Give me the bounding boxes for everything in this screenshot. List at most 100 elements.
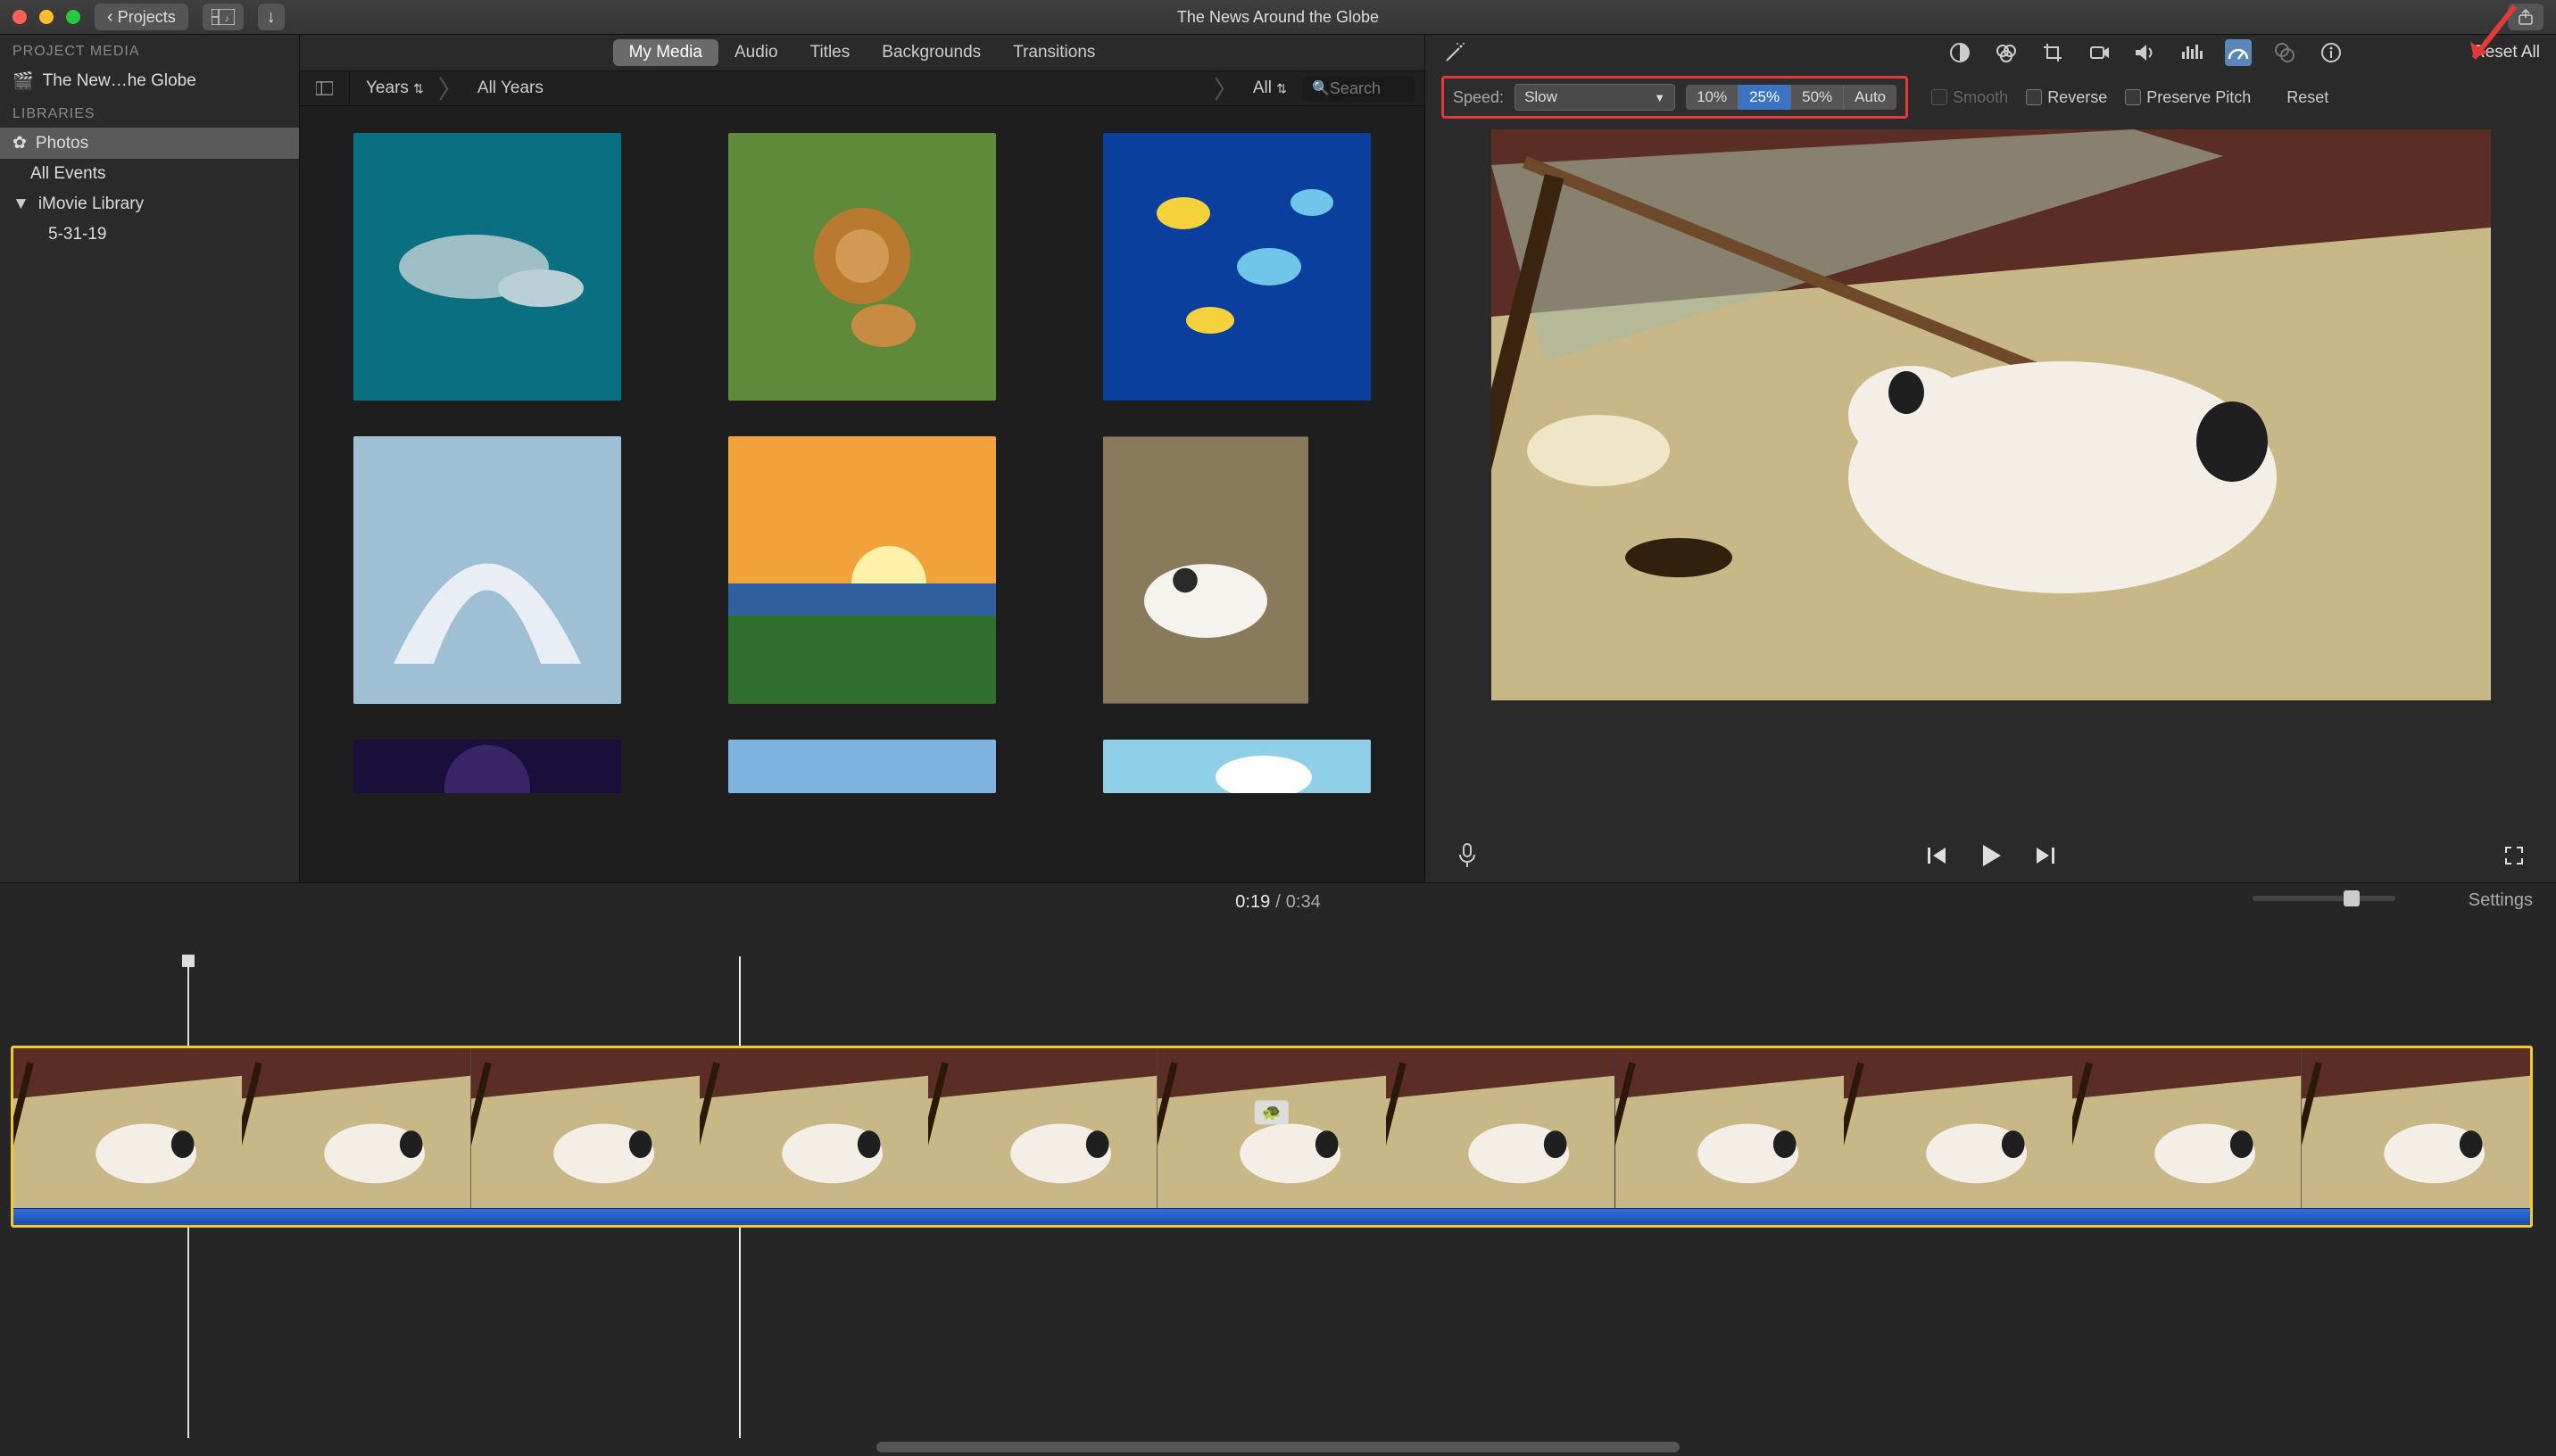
disclosure-triangle-icon[interactable]: ▼ bbox=[12, 194, 29, 214]
titlebar: ‹ Projects ♪ ↓ The News Around the Globe bbox=[0, 0, 2556, 34]
record-voiceover-button[interactable] bbox=[1452, 840, 1482, 871]
smooth-checkbox: Smooth bbox=[1931, 88, 2008, 107]
flower-icon: ✿ bbox=[12, 133, 27, 153]
expand-icon bbox=[2502, 844, 2526, 867]
sidebar-date-event-label: 5-31-19 bbox=[48, 225, 107, 244]
reverse-label: Reverse bbox=[2047, 88, 2107, 107]
media-thumb-partial-1[interactable] bbox=[353, 740, 621, 793]
volume-icon[interactable] bbox=[2132, 39, 2159, 66]
noise-equalizer-icon[interactable] bbox=[2178, 39, 2205, 66]
sidebar-imovie-library-label: iMovie Library bbox=[38, 194, 144, 214]
checkbox-icon[interactable] bbox=[2026, 89, 2042, 105]
breadcrumb-all-years[interactable]: All Years bbox=[461, 71, 1216, 105]
preview-image bbox=[1491, 129, 2491, 700]
timeline-area[interactable]: 🐢 bbox=[0, 921, 2556, 1456]
timeline-settings-button[interactable]: Settings bbox=[2469, 890, 2533, 911]
next-frame-button[interactable] bbox=[2029, 840, 2060, 871]
media-thumb-dog-bed[interactable] bbox=[1103, 436, 1308, 704]
speed-icon[interactable] bbox=[2225, 39, 2252, 66]
sidebar-photos-item[interactable]: ✿ Photos bbox=[0, 128, 299, 159]
media-thumb-reef[interactable] bbox=[1103, 133, 1371, 401]
download-arrow-icon: ↓ bbox=[267, 8, 276, 26]
sidebar-imovie-library-item[interactable]: ▼ iMovie Library bbox=[0, 189, 299, 219]
speed-select[interactable]: Slow ▼ bbox=[1515, 84, 1675, 111]
media-thumb-partial-2[interactable] bbox=[728, 740, 996, 793]
timeline-clip[interactable]: 🐢 bbox=[11, 1046, 2533, 1228]
close-window-button[interactable] bbox=[12, 10, 27, 24]
sidebar-project-name: The New…he Globe bbox=[43, 71, 196, 91]
sidebar-date-event-item[interactable]: 5-31-19 bbox=[0, 219, 299, 250]
layout-icon bbox=[316, 80, 333, 96]
sidebar-photos-label: Photos bbox=[36, 134, 88, 153]
clip-audio-track[interactable] bbox=[13, 1208, 2530, 1225]
time-display-row: 0:19 / 0:34 Settings bbox=[0, 883, 2556, 921]
speed-reset-button[interactable]: Reset bbox=[2286, 88, 2328, 107]
reverse-checkbox[interactable]: Reverse bbox=[2026, 88, 2107, 107]
magic-wand-icon[interactable] bbox=[1441, 39, 1468, 66]
minimize-window-button[interactable] bbox=[39, 10, 54, 24]
window-title: The News Around the Globe bbox=[1177, 8, 1379, 27]
updown-sort-icon-2: ⇅ bbox=[1276, 81, 1287, 96]
fullscreen-button[interactable] bbox=[2499, 840, 2529, 871]
content-layout-toggle[interactable] bbox=[300, 71, 350, 105]
tab-titles[interactable]: Titles bbox=[794, 39, 867, 66]
breadcrumb-filter-all[interactable]: All ⇅ bbox=[1237, 71, 1303, 105]
sidebar-all-events-label: All Events bbox=[30, 164, 105, 184]
tab-transitions[interactable]: Transitions bbox=[997, 39, 1111, 66]
playback-controls bbox=[1425, 829, 2556, 882]
crop-icon[interactable] bbox=[2039, 39, 2066, 66]
search-icon: 🔍 bbox=[1312, 79, 1330, 97]
sidebar-section-project-media: PROJECT MEDIA bbox=[0, 35, 299, 65]
slow-speed-turtle-badge: 🐢 bbox=[1255, 1100, 1289, 1124]
sidebar-section-libraries: LIBRARIES bbox=[0, 97, 299, 128]
zoom-slider[interactable] bbox=[2253, 896, 2395, 901]
sidebar-project-item[interactable]: 🎬 The New…he Globe bbox=[0, 65, 299, 97]
speed-25-button[interactable]: 25% bbox=[1739, 85, 1791, 110]
preserve-pitch-label: Preserve Pitch bbox=[2146, 88, 2251, 107]
timeline-scrollbar[interactable] bbox=[876, 1442, 1680, 1452]
sidebar-all-events-item[interactable]: All Events bbox=[0, 159, 299, 189]
stabilization-icon[interactable] bbox=[2086, 39, 2112, 66]
maximize-window-button[interactable] bbox=[66, 10, 80, 24]
info-icon[interactable] bbox=[2318, 39, 2344, 66]
speed-10-button[interactable]: 10% bbox=[1686, 85, 1739, 110]
color-balance-icon[interactable] bbox=[1946, 39, 1973, 66]
media-thumb-lions[interactable] bbox=[728, 133, 996, 401]
tab-audio[interactable]: Audio bbox=[718, 39, 794, 66]
clip-filter-icon[interactable] bbox=[2271, 39, 2298, 66]
tab-backgrounds[interactable]: Backgrounds bbox=[866, 39, 997, 66]
import-button[interactable]: ↓ bbox=[258, 4, 285, 30]
checkbox-icon[interactable] bbox=[2125, 89, 2141, 105]
browser-breadcrumb-row: Years ⇅ 〉 All Years 〉 All ⇅ 🔍 bbox=[300, 70, 1424, 106]
preview-frame[interactable] bbox=[1491, 129, 2491, 700]
tab-my-media[interactable]: My Media bbox=[613, 39, 718, 66]
preview-panel: Reset All Speed: Slow ▼ 10% 25% 50% Auto bbox=[1424, 35, 2556, 882]
clapper-icon: 🎬 bbox=[12, 70, 34, 92]
browser-tabs: My Media Audio Titles Backgrounds Transi… bbox=[300, 35, 1424, 70]
play-button[interactable] bbox=[1976, 840, 2006, 871]
breadcrumb-separator-2: 〉 bbox=[1216, 71, 1237, 105]
window-controls bbox=[12, 10, 80, 24]
speed-auto-button[interactable]: Auto bbox=[1844, 85, 1896, 110]
media-thumb-ice-arch[interactable] bbox=[353, 436, 621, 704]
media-grid bbox=[300, 106, 1424, 882]
prev-frame-button[interactable] bbox=[1922, 840, 1953, 871]
media-thumb-dolphins[interactable] bbox=[353, 133, 621, 401]
zoom-slider-thumb[interactable] bbox=[2344, 890, 2360, 906]
library-list-toggle-button[interactable]: ♪ bbox=[203, 4, 244, 30]
media-thumb-sunset[interactable] bbox=[728, 436, 996, 704]
preserve-pitch-checkbox[interactable]: Preserve Pitch bbox=[2125, 88, 2251, 107]
breadcrumb-years[interactable]: Years ⇅ bbox=[350, 71, 440, 105]
main-area: PROJECT MEDIA 🎬 The New…he Globe LIBRARI… bbox=[0, 34, 2556, 883]
speed-select-value: Slow bbox=[1524, 88, 1557, 106]
speed-percent-group: 10% 25% 50% Auto bbox=[1686, 85, 1896, 110]
search-input[interactable] bbox=[1330, 79, 1410, 98]
search-field[interactable]: 🔍 bbox=[1303, 76, 1415, 102]
speed-50-button[interactable]: 50% bbox=[1791, 85, 1844, 110]
projects-back-button[interactable]: ‹ Projects bbox=[95, 4, 188, 30]
color-correction-icon[interactable] bbox=[1993, 39, 2020, 66]
media-thumb-partial-3[interactable] bbox=[1103, 740, 1371, 793]
timeline-panel: 0:19 / 0:34 Settings 🐢 bbox=[0, 883, 2556, 1456]
svg-text:♪: ♪ bbox=[224, 14, 228, 24]
sidebar: PROJECT MEDIA 🎬 The New…he Globe LIBRARI… bbox=[0, 35, 300, 882]
